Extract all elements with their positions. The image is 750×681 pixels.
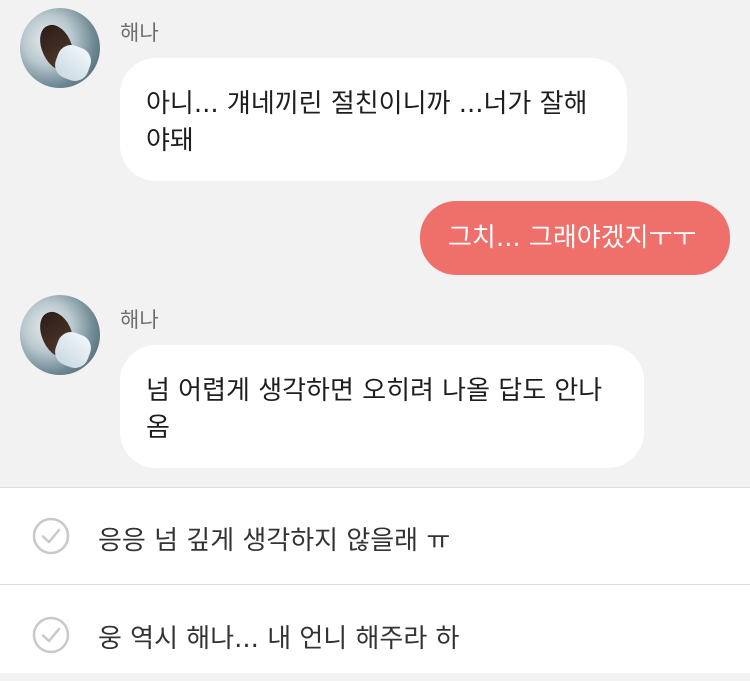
- message-text-line: 넘 어렵게 생각하면 오히려 나올 답도 안나: [146, 376, 603, 406]
- check-circle-icon: [32, 517, 70, 555]
- check-circle-icon: [32, 616, 70, 654]
- reply-options: 응응 넘 깊게 생각하지 않을래 ㅠ 웅 역시 해나... 내 언니 해주라 하: [0, 487, 750, 673]
- sender-name: 해나: [120, 308, 159, 332]
- avatar[interactable]: [20, 295, 100, 375]
- chat-area: 해나 아니... 걔네끼린 절친이니까 ...너가 잘해 야돼 그치... 그래…: [0, 0, 750, 487]
- avatar[interactable]: [20, 8, 100, 88]
- reply-option[interactable]: 웅 역시 해나... 내 언니 해주라 하: [0, 585, 750, 681]
- sender-name: 해나: [120, 21, 159, 45]
- my-message-bubble[interactable]: 그치... 그래야겠지ㅜㅜ: [420, 201, 730, 275]
- reply-option-label: 응응 넘 깊게 생각하지 않을래 ㅠ: [98, 526, 451, 556]
- message-text: 그치... 그래야겠지ㅜㅜ: [448, 223, 697, 253]
- reply-option-label: 웅 역시 해나... 내 언니 해주라 하: [98, 624, 460, 654]
- reply-option[interactable]: 응응 넘 깊게 생각하지 않을래 ㅠ: [0, 488, 750, 584]
- message-bubble[interactable]: 넘 어렵게 생각하면 오히려 나올 답도 안나 옴: [120, 345, 644, 468]
- message-text-line: 아니... 걔네끼린 절친이니까 ...너가 잘해: [146, 89, 588, 119]
- message-bubble[interactable]: 아니... 걔네끼린 절친이니까 ...너가 잘해 야돼: [120, 58, 627, 181]
- message-text-line: 옴: [146, 413, 170, 443]
- message-text-line: 야돼: [146, 126, 194, 156]
